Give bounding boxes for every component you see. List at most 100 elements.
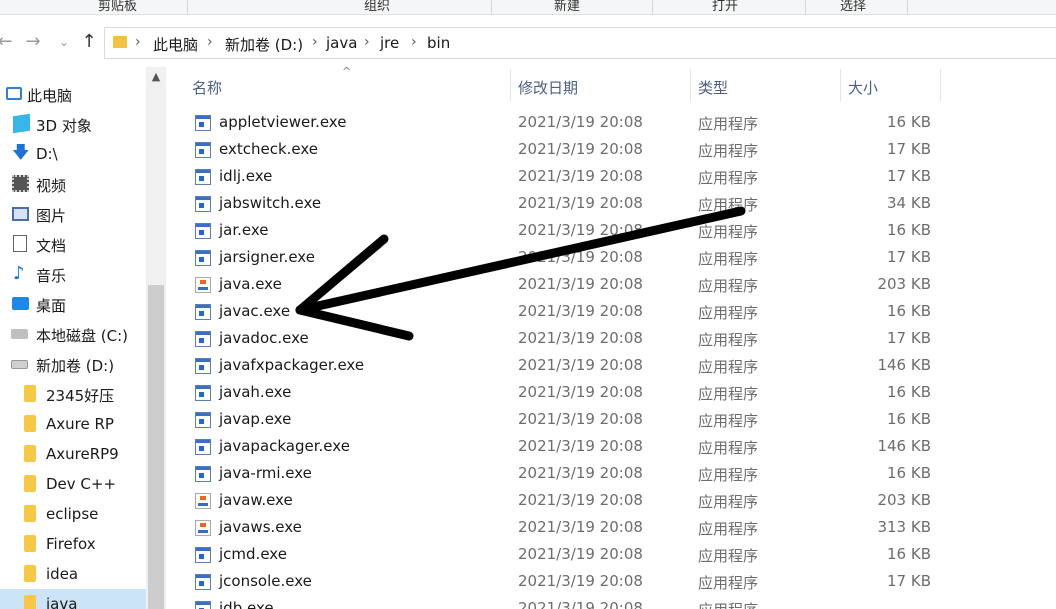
breadcrumb-java[interactable]: java xyxy=(326,34,357,52)
sidebar-item-2345haozip[interactable]: 2345好压 xyxy=(0,379,146,409)
file-row[interactable]: java-rmi.exe 2021/3/19 20:08 应用程序 16 KB xyxy=(186,461,946,488)
file-row[interactable]: javapackager.exe 2021/3/19 20:08 应用程序 146 K… xyxy=(186,434,946,461)
file-size: 146 KB xyxy=(877,437,931,455)
file-row[interactable]: jcmd.exe 2021/3/19 20:08 应用程序 16 KB xyxy=(186,542,946,569)
folder-icon xyxy=(24,445,36,462)
scroll-up-arrow-icon[interactable]: ▲ xyxy=(146,69,166,85)
ribbon-group-new: 新建 xyxy=(554,0,581,14)
file-row[interactable]: jdb.exe 2021/3/19 20:08 应用程序 xyxy=(186,596,946,609)
file-row[interactable]: javadoc.exe 2021/3/19 20:08 应用程序 17 KB xyxy=(186,326,946,353)
file-name: javac.exe xyxy=(219,302,291,320)
arrow-left-icon[interactable]: ← xyxy=(0,32,16,52)
folder-icon xyxy=(24,385,36,402)
file-type: 应用程序 xyxy=(698,599,758,609)
file-modified-date: 2021/3/19 20:08 xyxy=(518,194,643,212)
file-type: 应用程序 xyxy=(698,250,759,268)
sidebar-item-drive-c[interactable]: 本地磁盘 (C:) xyxy=(0,319,146,349)
file-name: appletviewer.exe xyxy=(219,113,347,131)
arrow-up-icon[interactable]: ↑ xyxy=(78,32,100,52)
file-name: jconsole.exe xyxy=(219,572,312,590)
column-header-size[interactable]: 大小 xyxy=(848,77,878,98)
sidebar-item-pictures[interactable]: 图片 xyxy=(0,199,146,229)
sidebar-item-desktop[interactable]: 桌面 xyxy=(0,289,146,319)
address-bar[interactable]: › 此电脑 › 新加卷 (D:) › java › jre › bin xyxy=(104,27,1056,59)
sidebar-item-documents[interactable]: 文档 xyxy=(0,229,146,259)
breadcrumb-bin[interactable]: bin xyxy=(427,34,450,52)
chevron-down-icon[interactable]: ⌄ xyxy=(53,32,75,52)
sidebar-item-d-drive-shortcut[interactable]: 🡇 D:\ xyxy=(0,139,146,169)
drive-d-icon xyxy=(11,360,28,369)
folder-icon xyxy=(24,415,36,432)
folder-icon xyxy=(24,565,36,582)
chevron-right-icon[interactable]: › xyxy=(207,34,213,50)
file-row[interactable]: idlj.exe 2021/3/19 20:08 应用程序 17 KB xyxy=(186,164,946,191)
file-row[interactable]: jabswitch.exe 2021/3/19 20:08 应用程序 34 KB xyxy=(186,191,946,218)
breadcrumb-this-pc[interactable]: 此电脑 xyxy=(153,34,198,55)
file-row[interactable]: javac.exe 2021/3/19 20:08 应用程序 16 KB xyxy=(186,299,946,326)
file-row[interactable]: jar.exe 2021/3/19 20:08 应用程序 16 KB xyxy=(186,218,946,245)
ribbon-group-clipboard: 剪贴板 xyxy=(98,0,138,14)
sidebar-item-firefox[interactable]: Firefox xyxy=(0,529,146,559)
file-row[interactable]: javah.exe 2021/3/19 20:08 应用程序 16 KB xyxy=(186,380,946,407)
breadcrumb-jre[interactable]: jre xyxy=(380,34,399,52)
sidebar-item-label: 图片 xyxy=(36,207,67,225)
file-row[interactable]: appletviewer.exe 2021/3/19 20:08 应用程序 16 KB xyxy=(186,110,946,137)
file-name: jar.exe xyxy=(219,221,269,239)
sidebar-item-eclipse[interactable]: eclipse xyxy=(0,499,146,529)
file-row[interactable]: jconsole.exe 2021/3/19 20:08 应用程序 17 KB xyxy=(186,569,946,596)
file-size: 17 KB xyxy=(887,167,931,185)
sidebar-item-axure-rp[interactable]: Axure RP xyxy=(0,409,146,439)
sidebar-item-label: 视频 xyxy=(36,177,67,195)
breadcrumb-drive-d[interactable]: 新加卷 (D:) xyxy=(225,34,303,55)
scrollbar-thumb[interactable] xyxy=(148,285,164,609)
sidebar-item-drive-d[interactable]: 新加卷 (D:) xyxy=(0,349,146,379)
sidebar-scrollbar[interactable]: ▲ xyxy=(146,67,166,609)
column-header-type[interactable]: 类型 xyxy=(698,77,728,98)
chevron-right-icon[interactable]: › xyxy=(312,34,318,50)
file-type: 应用程序 xyxy=(698,439,759,457)
video-icon xyxy=(12,175,29,192)
sidebar-item-label: java xyxy=(46,595,78,609)
sidebar-item-java[interactable]: java xyxy=(0,589,146,609)
exe-icon xyxy=(195,385,211,401)
file-size: 17 KB xyxy=(887,248,931,266)
file-size: 17 KB xyxy=(887,572,931,590)
file-row[interactable]: extcheck.exe 2021/3/19 20:08 应用程序 17 KB xyxy=(186,137,946,164)
sidebar-item-music[interactable]: ♪ 音乐 xyxy=(0,259,146,289)
navigation-bar: ← → ⌄ ↑ › 此电脑 › 新加卷 (D:) › java › jre › … xyxy=(0,15,1056,67)
java-cup-icon xyxy=(195,277,211,293)
exe-icon xyxy=(195,304,211,320)
sidebar-item-label: D:\ xyxy=(36,145,58,163)
exe-icon xyxy=(195,196,211,212)
file-row[interactable]: javap.exe 2021/3/19 20:08 应用程序 16 KB xyxy=(186,407,946,434)
download-arrow-icon: 🡇 xyxy=(12,143,30,163)
file-type: 应用程序 xyxy=(698,466,759,484)
file-row[interactable]: jarsigner.exe 2021/3/19 20:08 应用程序 17 KB xyxy=(186,245,946,272)
file-row[interactable]: java.exe 2021/3/19 20:08 应用程序 203 KB xyxy=(186,272,946,299)
chevron-right-icon[interactable]: › xyxy=(411,34,417,50)
sidebar-item-idea[interactable]: idea xyxy=(0,559,146,589)
sidebar-item-dev-cpp[interactable]: Dev C++ xyxy=(0,469,146,499)
exe-icon xyxy=(195,250,211,266)
file-name: java.exe xyxy=(219,275,282,293)
chevron-right-icon[interactable]: › xyxy=(135,34,141,50)
sidebar-item-videos[interactable]: 视频 xyxy=(0,169,146,199)
file-size: 203 KB xyxy=(877,275,931,293)
sidebar-item-label: 此电脑 xyxy=(27,87,73,105)
file-row[interactable]: javafxpackager.exe 2021/3/19 20:08 应用程序 146… xyxy=(186,353,946,380)
arrow-right-icon[interactable]: → xyxy=(22,32,44,52)
file-type: 应用程序 xyxy=(698,331,759,349)
sidebar-item-this-pc[interactable]: 此电脑 xyxy=(0,79,146,109)
column-header-name[interactable]: 名称 xyxy=(192,77,222,98)
file-modified-date: 2021/3/19 20:08 xyxy=(518,572,643,590)
file-row[interactable]: javaws.exe 2021/3/19 20:08 应用程序 313 KB xyxy=(186,515,946,542)
column-header-modified[interactable]: 修改日期 xyxy=(518,77,578,98)
sidebar-item-label: Firefox xyxy=(46,535,96,553)
sidebar-item-3d-objects[interactable]: 3D 对象 xyxy=(0,109,146,139)
file-row[interactable]: javaw.exe 2021/3/19 20:08 应用程序 203 KB xyxy=(186,488,946,515)
chevron-right-icon[interactable]: › xyxy=(364,34,370,50)
sidebar-item-axurerp9[interactable]: AxureRP9 xyxy=(0,439,146,469)
file-type: 应用程序 xyxy=(698,223,759,241)
file-type: 应用程序 xyxy=(698,358,759,376)
drive-c-icon xyxy=(11,329,28,339)
